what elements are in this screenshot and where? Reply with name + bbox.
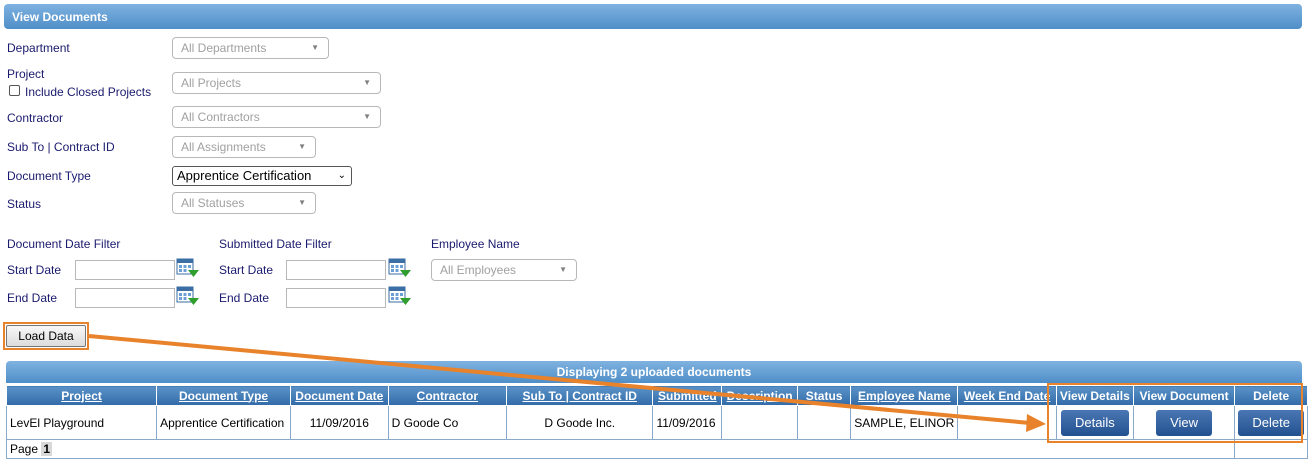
chevron-down-icon: ▼ (311, 43, 319, 52)
chevron-down-icon: ▼ (363, 112, 371, 121)
status-select-value: All Statuses (181, 196, 245, 210)
employee-select-value: All Employees (440, 263, 517, 277)
sub-to-select[interactable]: All Assignments ▼ (172, 136, 316, 158)
include-closed-projects-label: Include Closed Projects (25, 85, 152, 99)
chevron-down-icon: ▼ (363, 78, 371, 87)
employee-select[interactable]: All Employees ▼ (431, 259, 577, 281)
cell-employee-name: SAMPLE, ELINOR (850, 405, 959, 440)
document-type-label: Document Type (7, 169, 91, 183)
cell-submitted: 11/09/2016 (652, 405, 723, 440)
calendar-icon[interactable] (176, 258, 200, 278)
submitted-date-filter-title: Submitted Date Filter (219, 237, 332, 251)
col-header-sub-to[interactable]: Sub To | Contract ID (506, 385, 654, 406)
chevron-down-icon: ⌄ (337, 170, 346, 181)
document-start-date-label: Start Date (7, 263, 62, 277)
department-select[interactable]: All Departments ▼ (172, 37, 329, 59)
col-header-project[interactable]: Project (5, 385, 158, 406)
include-closed-projects-checkbox[interactable] (9, 85, 20, 96)
col-header-description[interactable]: Description (721, 385, 798, 406)
col-header-submitted[interactable]: Submitted (652, 385, 723, 406)
cell-document-date: 11/09/2016 (289, 405, 389, 440)
calendar-icon[interactable] (388, 286, 412, 306)
document-type-select-value: Apprentice Certification (177, 168, 312, 183)
chevron-down-icon: ▼ (298, 198, 306, 207)
page-number[interactable]: 1 (41, 442, 53, 456)
submitted-start-date-input[interactable] (286, 260, 386, 280)
chevron-down-icon: ▼ (559, 265, 567, 274)
calendar-icon[interactable] (388, 258, 412, 278)
sub-to-label: Sub To | Contract ID (7, 140, 115, 154)
action-columns-highlight (1047, 383, 1303, 443)
col-header-contractor[interactable]: Contractor (387, 385, 508, 406)
submitted-end-date-input[interactable] (286, 288, 386, 308)
col-header-status: Status (796, 385, 852, 406)
pager-label: Page (10, 442, 39, 456)
calendar-icon[interactable] (176, 286, 200, 306)
cell-document-type: Apprentice Certification (156, 405, 291, 440)
project-select[interactable]: All Projects ▼ (172, 72, 381, 94)
cell-contractor: D Goode Co (387, 405, 508, 440)
document-start-date-input[interactable] (75, 260, 175, 280)
document-end-date-input[interactable] (75, 288, 175, 308)
panel-title: View Documents (4, 4, 1302, 29)
submitted-end-date-label: End Date (219, 291, 270, 305)
department-select-value: All Departments (181, 41, 267, 55)
col-header-employee-name[interactable]: Employee Name (850, 385, 959, 406)
sub-to-select-value: All Assignments (181, 140, 266, 154)
cell-project: LevEl Playground (5, 405, 158, 440)
contractor-label: Contractor (7, 111, 64, 125)
contractor-select-value: All Contractors (181, 110, 260, 124)
cell-status (796, 405, 852, 440)
status-select[interactable]: All Statuses ▼ (172, 192, 316, 214)
cell-week-end-date (957, 405, 1057, 440)
project-select-value: All Projects (181, 76, 242, 90)
cell-sub-to: D Goode Inc. (506, 405, 654, 440)
document-type-select[interactable]: Apprentice Certification ⌄ (172, 166, 352, 186)
col-header-document-date[interactable]: Document Date (289, 385, 389, 406)
col-header-document-type[interactable]: Document Type (156, 385, 291, 406)
status-label: Status (7, 197, 42, 211)
load-data-highlight (3, 322, 89, 350)
department-label: Department (7, 41, 70, 55)
document-end-date-label: End Date (7, 291, 58, 305)
grid-caption: Displaying 2 uploaded documents (6, 361, 1302, 383)
document-date-filter-title: Document Date Filter (7, 237, 121, 251)
contractor-select[interactable]: All Contractors ▼ (172, 106, 381, 128)
col-header-week-end-date[interactable]: Week End Date (957, 385, 1057, 406)
cell-description (721, 405, 798, 440)
project-label: Project (7, 67, 45, 81)
chevron-down-icon: ▼ (298, 142, 306, 151)
employee-name-label: Employee Name (431, 237, 520, 251)
submitted-start-date-label: Start Date (219, 263, 274, 277)
